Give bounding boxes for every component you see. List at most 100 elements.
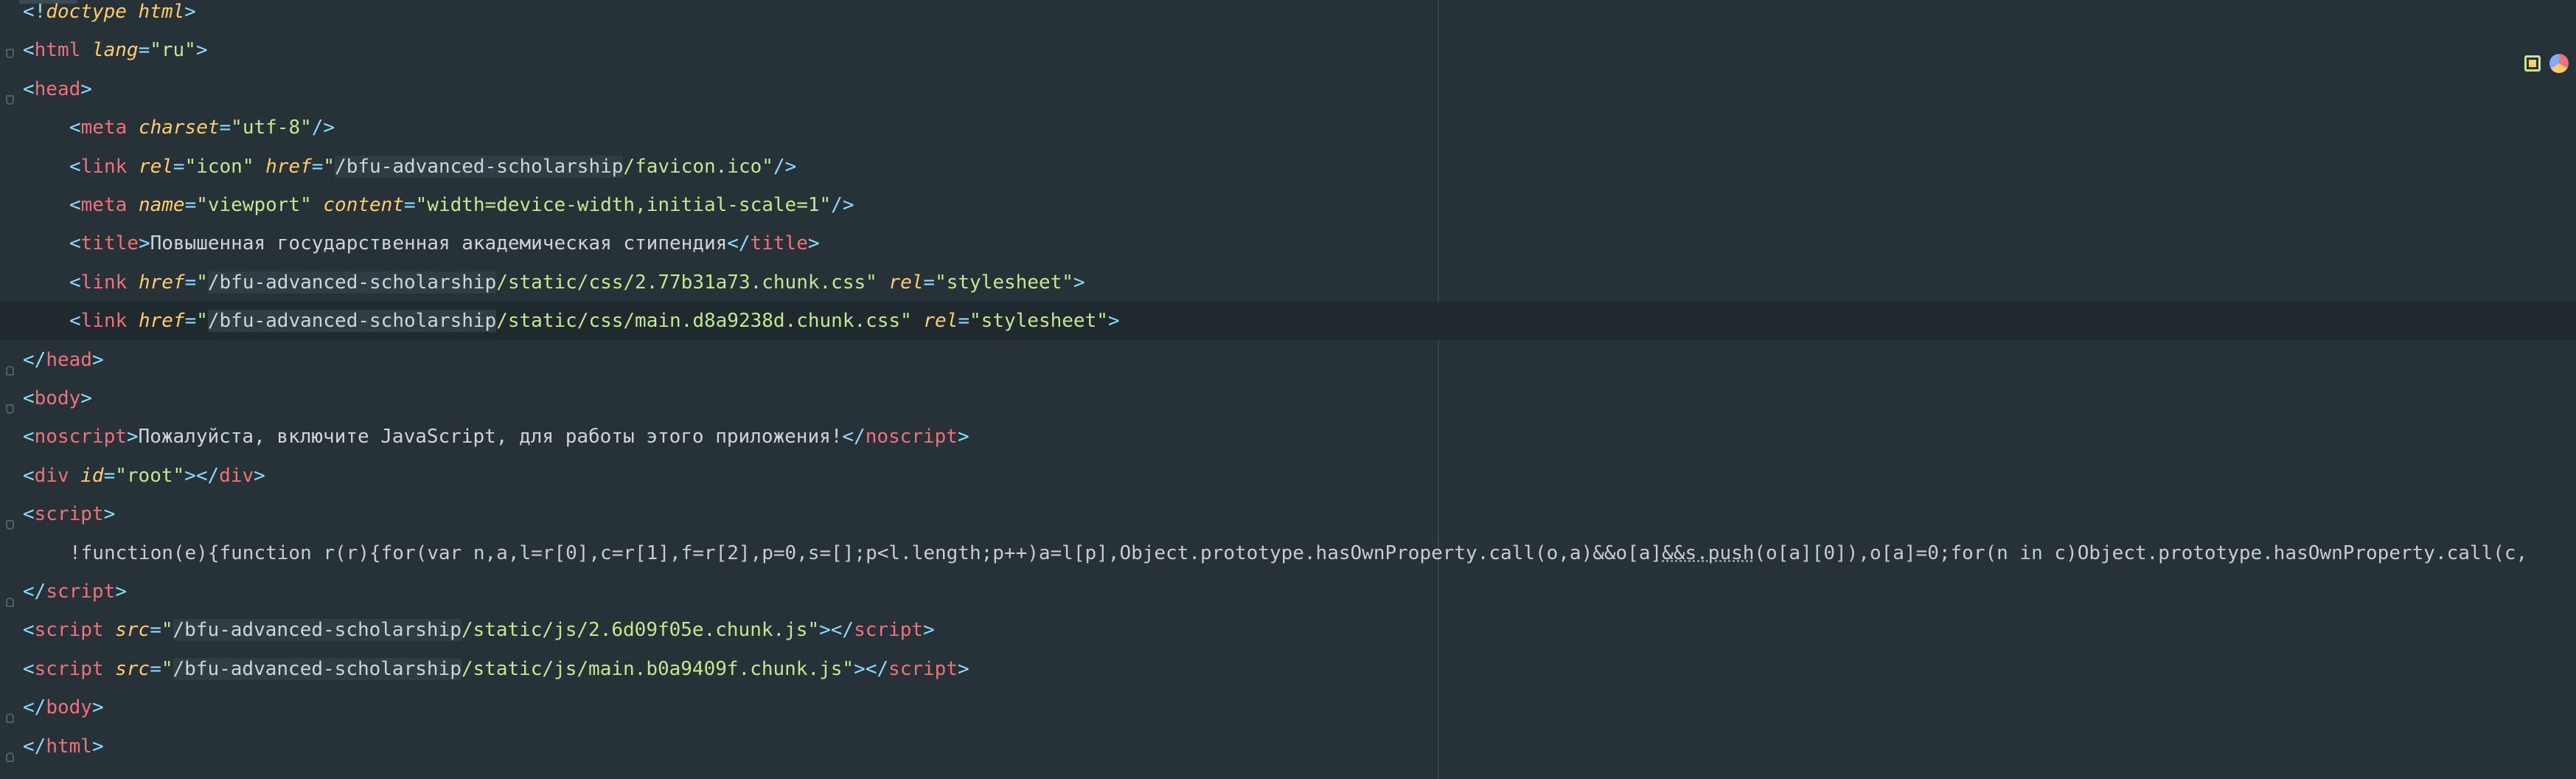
code-line[interactable]: <script> (0, 495, 2576, 533)
code-token: " (196, 310, 208, 333)
code-token: div (34, 464, 81, 487)
code-line-text: </body> (23, 688, 104, 727)
code-line[interactable]: <meta name="viewport" content="width=dev… (0, 186, 2576, 224)
code-token: > (80, 387, 92, 409)
code-token: title (80, 232, 139, 255)
code-token: = (958, 310, 970, 333)
code-token: = (184, 194, 197, 216)
code-token: /bfu-advanced-scholarship (335, 155, 624, 178)
code-token: name (138, 194, 185, 216)
code-line-text: <link href="/bfu-advanced-scholarship/st… (69, 263, 1085, 302)
code-line-text: <script> (23, 495, 115, 533)
code-token: ></ (819, 619, 854, 642)
code-token: = (150, 619, 161, 642)
code-line-text: <head> (23, 70, 92, 108)
code-line[interactable]: </script> (0, 572, 2576, 611)
code-token: </ (23, 735, 46, 758)
code-token: src (115, 657, 150, 680)
code-token: link (80, 155, 139, 178)
code-token: < (23, 77, 35, 100)
code-line[interactable]: <noscript>Пожалуйста, включите JavaScrip… (0, 418, 2576, 456)
code-token: /bfu-advanced-scholarship (173, 619, 462, 642)
code-token: > (957, 657, 970, 680)
code-line[interactable]: <meta charset="utf-8"/> (0, 108, 2576, 147)
code-token: < (69, 310, 81, 333)
editor-side-icons (2524, 54, 2576, 76)
code-token: /favicon.ico" (623, 155, 773, 178)
code-token: > (80, 77, 92, 100)
code-line-text: <link href="/bfu-advanced-scholarship/st… (69, 302, 1120, 340)
code-token: = (219, 117, 232, 139)
code-line-text: <noscript>Пожалуйста, включите JavaScrip… (23, 418, 970, 456)
code-token: Повышенная государственная академическая… (150, 232, 728, 255)
code-token: href (138, 271, 185, 294)
code-token: > (103, 503, 116, 526)
code-line-text: <meta name="viewport" content="width=dev… (69, 186, 854, 224)
code-token: < (23, 619, 35, 642)
code-line[interactable]: <link rel="icon" href="/bfu-advanced-sch… (0, 148, 2576, 186)
code-token: head (46, 348, 92, 371)
code-token: /bfu-advanced-scholarship (207, 310, 497, 333)
code-token: = (184, 310, 197, 333)
code-token: /static/js/main.b0a9409f.chunk.js" (461, 657, 854, 680)
code-line[interactable]: <script src="/bfu-advanced-scholarship/s… (0, 650, 2576, 688)
code-token: link (80, 271, 139, 294)
code-line[interactable]: <link href="/bfu-advanced-scholarship/st… (0, 263, 2576, 302)
code-line[interactable]: <html lang="ru"> (0, 31, 2576, 69)
code-line-text: <script src="/bfu-advanced-scholarship/s… (23, 650, 970, 688)
code-line[interactable]: !function(e){function r(r){for(var n,a,l… (0, 534, 2576, 572)
code-token: " (196, 271, 208, 294)
code-token: > (807, 232, 820, 255)
code-line[interactable]: </head> (0, 341, 2576, 379)
code-editor[interactable]: <!doctype html> <html lang="ru"> <head> <me… (0, 0, 2576, 779)
code-token: = (923, 271, 936, 294)
code-token: "viewport" (196, 194, 324, 216)
code-line[interactable]: <link href="/bfu-advanced-scholarship/st… (0, 302, 2576, 341)
code-line-text: <title>Повышенная государственная академ… (69, 224, 820, 263)
code-token: script (34, 503, 104, 526)
code-token: > (923, 619, 935, 642)
code-token: script (46, 581, 116, 603)
code-token: script (34, 619, 116, 642)
code-line-text: <meta charset="utf-8"/> (69, 108, 335, 147)
code-token: meta (80, 117, 139, 139)
code-line[interactable]: </html> (0, 727, 2576, 766)
code-token: > (957, 426, 970, 449)
code-token: < (23, 426, 35, 449)
code-line[interactable]: <div id="root"></div> (0, 457, 2576, 495)
code-token: " (323, 155, 335, 178)
code-token: meta (80, 194, 139, 216)
code-line[interactable]: <body> (0, 379, 2576, 418)
code-token: > (138, 232, 150, 255)
html-preview-icon[interactable] (2524, 55, 2541, 72)
code-token: "stylesheet" (970, 310, 1108, 333)
code-token: !function(e){function r(r){for(var n,a,l… (69, 541, 1663, 564)
code-token: ></ (184, 464, 220, 487)
code-line-text: <html lang="ru"> (23, 31, 208, 69)
code-token: link (80, 310, 139, 333)
browser-icon[interactable] (2549, 54, 2569, 73)
code-line[interactable]: <script src="/bfu-advanced-scholarship/s… (0, 611, 2576, 649)
code-line[interactable]: </body> (0, 688, 2576, 727)
code-token: </ (23, 348, 46, 371)
code-line[interactable]: <title>Повышенная государственная академ… (0, 224, 2576, 263)
code-token: </ (23, 696, 46, 719)
code-token: lang (91, 39, 139, 62)
code-token: id (80, 464, 104, 487)
code-line[interactable]: <!doctype html> (0, 0, 2576, 31)
code-token: body (34, 387, 81, 409)
code-token: < (69, 271, 81, 294)
code-token: href (265, 155, 312, 178)
code-token: /static/css/main.d8a9238d.chunk.css" (496, 310, 924, 333)
code-token: > (91, 735, 104, 758)
code-token: div (219, 464, 254, 487)
code-line[interactable]: <head> (0, 70, 2576, 108)
code-token: href (138, 310, 185, 333)
code-token: title (750, 232, 808, 255)
code-token: /static/css/2.77b31a73.chunk.css" (496, 271, 889, 294)
code-token: > (115, 581, 127, 603)
code-token: = (103, 464, 116, 487)
code-line-text: </script> (23, 572, 127, 611)
code-token: < (69, 155, 81, 178)
code-token: content (323, 194, 404, 216)
